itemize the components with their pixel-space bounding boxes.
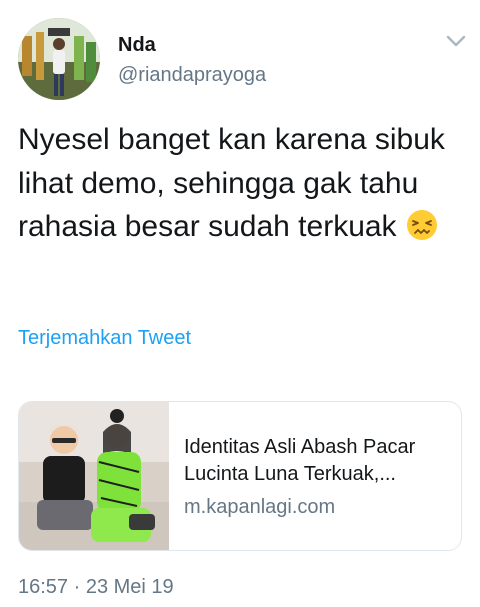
card-domain[interactable]: m.kapanlagi.com [184, 496, 335, 519]
card-thumbnail [19, 402, 169, 550]
chevron-down-icon[interactable] [444, 32, 468, 50]
profile-photo [18, 18, 100, 100]
tweet-text: Nyesel banget kan karena sibuk lihat dem… [18, 123, 445, 243]
translate-tweet-link[interactable]: Terjemahkan Tweet [18, 327, 191, 350]
confounded-face-emoji [406, 210, 437, 240]
avatar[interactable] [18, 18, 100, 100]
tweet-timestamp[interactable]: 16:57 · 23 Mei 19 [18, 576, 174, 599]
link-card[interactable]: Identitas Asli Abash Pacar Lucinta Luna … [18, 401, 462, 551]
card-thumbnail-image [19, 402, 169, 550]
display-name[interactable]: Nda [118, 34, 156, 57]
tweet-body: Nyesel banget kan karena sibuk lihat dem… [18, 118, 468, 249]
tweet-header: Nda @riandaprayoga [18, 16, 468, 100]
user-handle[interactable]: @riandaprayoga [118, 64, 266, 87]
card-title[interactable]: Identitas Asli Abash Pacar Lucinta Luna … [184, 434, 449, 488]
